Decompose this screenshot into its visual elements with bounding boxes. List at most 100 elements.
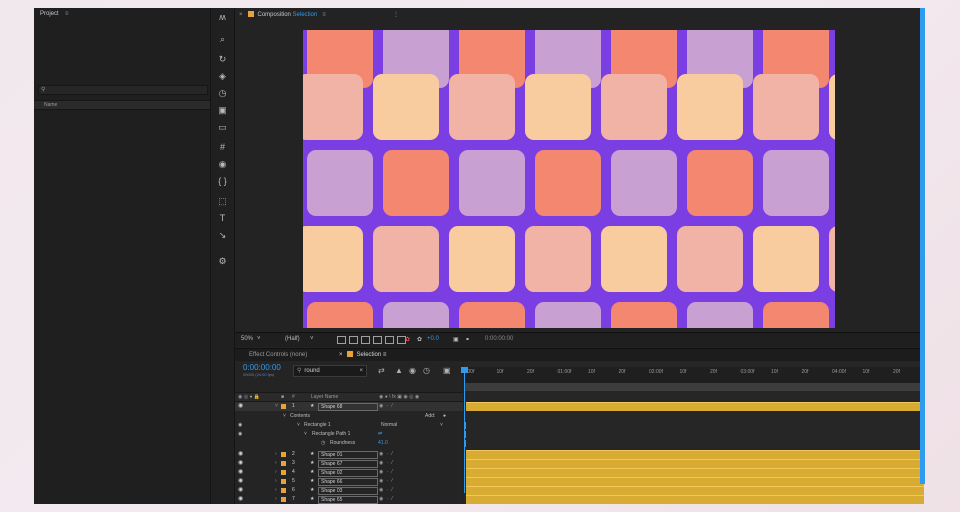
- layer-switches-icons[interactable]: ◉ · ⁄: [379, 468, 394, 477]
- shape-tile[interactable]: [373, 226, 439, 292]
- property-row[interactable]: ◷ Roundness 41.0: [235, 439, 463, 448]
- eye-icon[interactable]: ◉: [215, 158, 230, 170]
- layer-name[interactable]: Shape 67: [318, 460, 378, 468]
- shape-tile[interactable]: [303, 74, 363, 140]
- shape-tile[interactable]: [459, 302, 525, 328]
- braces-icon[interactable]: { }: [215, 175, 230, 187]
- shape-tile[interactable]: [601, 74, 667, 140]
- path-direction-icon[interactable]: ⇄: [378, 430, 382, 439]
- visibility-eye-icon[interactable]: ◉: [238, 486, 243, 495]
- shape-tile[interactable]: [601, 226, 667, 292]
- comp-flowchart-icon[interactable]: ⇄: [378, 366, 385, 375]
- layer-duration-bar[interactable]: [466, 477, 924, 486]
- composition-canvas[interactable]: [303, 30, 835, 328]
- pen-icon[interactable]: ↘: [215, 229, 230, 241]
- label-color-icon[interactable]: [281, 461, 286, 466]
- close-icon[interactable]: ×: [339, 352, 343, 358]
- graph-editor-icon[interactable]: ▣: [443, 366, 451, 375]
- shape-tile[interactable]: [373, 74, 439, 140]
- shape-tile[interactable]: [449, 74, 515, 140]
- panel-menu-icon[interactable]: ≡: [65, 11, 69, 17]
- label-color-icon[interactable]: [281, 470, 286, 475]
- visibility-eye-icon[interactable]: ◉: [238, 430, 242, 439]
- shape-tile[interactable]: [677, 226, 743, 292]
- expand-chevron-icon[interactable]: ˅: [283, 412, 286, 421]
- add-icon[interactable]: ●: [443, 412, 446, 421]
- work-area-bar[interactable]: [464, 383, 924, 391]
- layer-row[interactable]: ◉ › 7 ★ Shape 65 ◉ · ⁄: [235, 495, 463, 504]
- playhead[interactable]: [464, 367, 465, 493]
- shape-tile[interactable]: [535, 302, 601, 328]
- blend-mode-dropdown[interactable]: Normal: [381, 421, 397, 430]
- timeline-graph[interactable]: :00f 10f 20f 01:00f 10f 20f 02:00f 10f 20f 03:00f…: [461, 361, 924, 504]
- layer-duration-bar[interactable]: [466, 459, 924, 468]
- shape-tile[interactable]: [687, 302, 753, 328]
- layer-row[interactable]: ◉ ˅ 1 ★ Shape 68 ◉ · ⁄: [235, 402, 463, 411]
- layer-switches-icons[interactable]: ◉ · ⁄: [379, 495, 394, 504]
- motion-blur-icon[interactable]: ◷: [423, 366, 430, 375]
- layer-switches-icons[interactable]: ◉ · ⁄: [379, 477, 394, 486]
- visibility-eye-icon[interactable]: ◉: [238, 450, 243, 459]
- layer-switches-icons[interactable]: ◉ · ⁄: [379, 450, 394, 459]
- shape-tile[interactable]: [677, 74, 743, 140]
- view-options-icons[interactable]: [337, 336, 409, 346]
- resolution-dropdown[interactable]: (Half): [285, 336, 300, 342]
- expand-chevron-icon[interactable]: ›: [275, 495, 277, 504]
- viewer-timecode[interactable]: 0:00:00:00: [485, 336, 513, 342]
- layer-duration-bar[interactable]: [466, 486, 924, 495]
- label-color-icon[interactable]: [281, 479, 286, 484]
- property-row[interactable]: ˅ Contents Add: ●: [235, 412, 463, 421]
- settings-icon[interactable]: ⚙: [215, 255, 230, 267]
- shape-tile[interactable]: [525, 226, 591, 292]
- chevron-down-icon[interactable]: ˅: [310, 336, 314, 342]
- timer-icon[interactable]: ◷: [215, 87, 230, 99]
- label-color-icon[interactable]: [281, 488, 286, 493]
- layer-duration-bar[interactable]: [466, 468, 924, 477]
- camera-icon[interactable]: ▣: [453, 336, 459, 343]
- expand-chevron-icon[interactable]: ›: [275, 450, 277, 459]
- expand-chevron-icon[interactable]: ›: [275, 486, 277, 495]
- lock-icon[interactable]: ⋮: [393, 11, 399, 18]
- tab-effect-controls[interactable]: Effect Controls (none): [249, 349, 307, 361]
- puppet-pin-icon[interactable]: ʍ: [215, 11, 230, 23]
- layer-name[interactable]: Shape 65: [318, 496, 378, 504]
- zoom-dropdown[interactable]: 50%: [241, 336, 253, 342]
- layer-row[interactable]: ◉ › 3 ★ Shape 67 ◉ · ⁄: [235, 459, 463, 468]
- layer-name[interactable]: Shape 02: [318, 469, 378, 477]
- layer-switches-icons[interactable]: ◉ · ⁄: [379, 486, 394, 495]
- shape-tile[interactable]: [829, 226, 835, 292]
- layers-icon[interactable]: ◈: [215, 70, 230, 82]
- draft-3d-icon[interactable]: ▲: [395, 366, 403, 375]
- media-icon[interactable]: ▣: [215, 104, 230, 116]
- tab-selection[interactable]: × Selection ≡: [339, 349, 386, 361]
- label-color-icon[interactable]: [281, 404, 286, 409]
- layer-name[interactable]: Shape 66: [318, 478, 378, 486]
- shape-tile[interactable]: [383, 150, 449, 216]
- visibility-eye-icon[interactable]: ◉: [238, 468, 243, 477]
- shape-tile[interactable]: [753, 226, 819, 292]
- label-color-icon[interactable]: [281, 497, 286, 502]
- project-panel-title[interactable]: Project: [40, 11, 59, 17]
- chevron-down-icon[interactable]: ˅: [257, 336, 261, 342]
- layer-duration-bar[interactable]: [466, 450, 924, 459]
- visibility-eye-icon[interactable]: ◉: [238, 477, 243, 486]
- shape-tile[interactable]: [525, 74, 591, 140]
- stopwatch-icon[interactable]: ◷: [321, 439, 325, 448]
- label-color-icon[interactable]: [281, 452, 286, 457]
- shape-tile[interactable]: [829, 74, 835, 140]
- expand-chevron-icon[interactable]: ›: [275, 468, 277, 477]
- layer-row[interactable]: ◉ › 6 ★ Shape 03 ◉ · ⁄: [235, 486, 463, 495]
- project-search-input[interactable]: ⚲: [38, 85, 208, 95]
- grid-icon[interactable]: #: [215, 141, 230, 153]
- layer-switches-icons[interactable]: ◉ · ⁄: [379, 459, 394, 468]
- visibility-eye-icon[interactable]: ◉: [238, 459, 243, 468]
- tab-composition[interactable]: × Composition Selection ≡: [239, 9, 326, 21]
- current-time-display[interactable]: 0:00:00:00: [243, 363, 281, 372]
- shape-tile[interactable]: [449, 226, 515, 292]
- clear-search-icon[interactable]: ×: [359, 366, 363, 376]
- layer-name[interactable]: Shape 03: [318, 487, 378, 495]
- expand-chevron-icon[interactable]: ˅: [304, 430, 307, 439]
- layer-switches-icons[interactable]: ◉ · ⁄: [379, 402, 394, 411]
- shape-tile[interactable]: [459, 150, 525, 216]
- shape-tile[interactable]: [611, 150, 677, 216]
